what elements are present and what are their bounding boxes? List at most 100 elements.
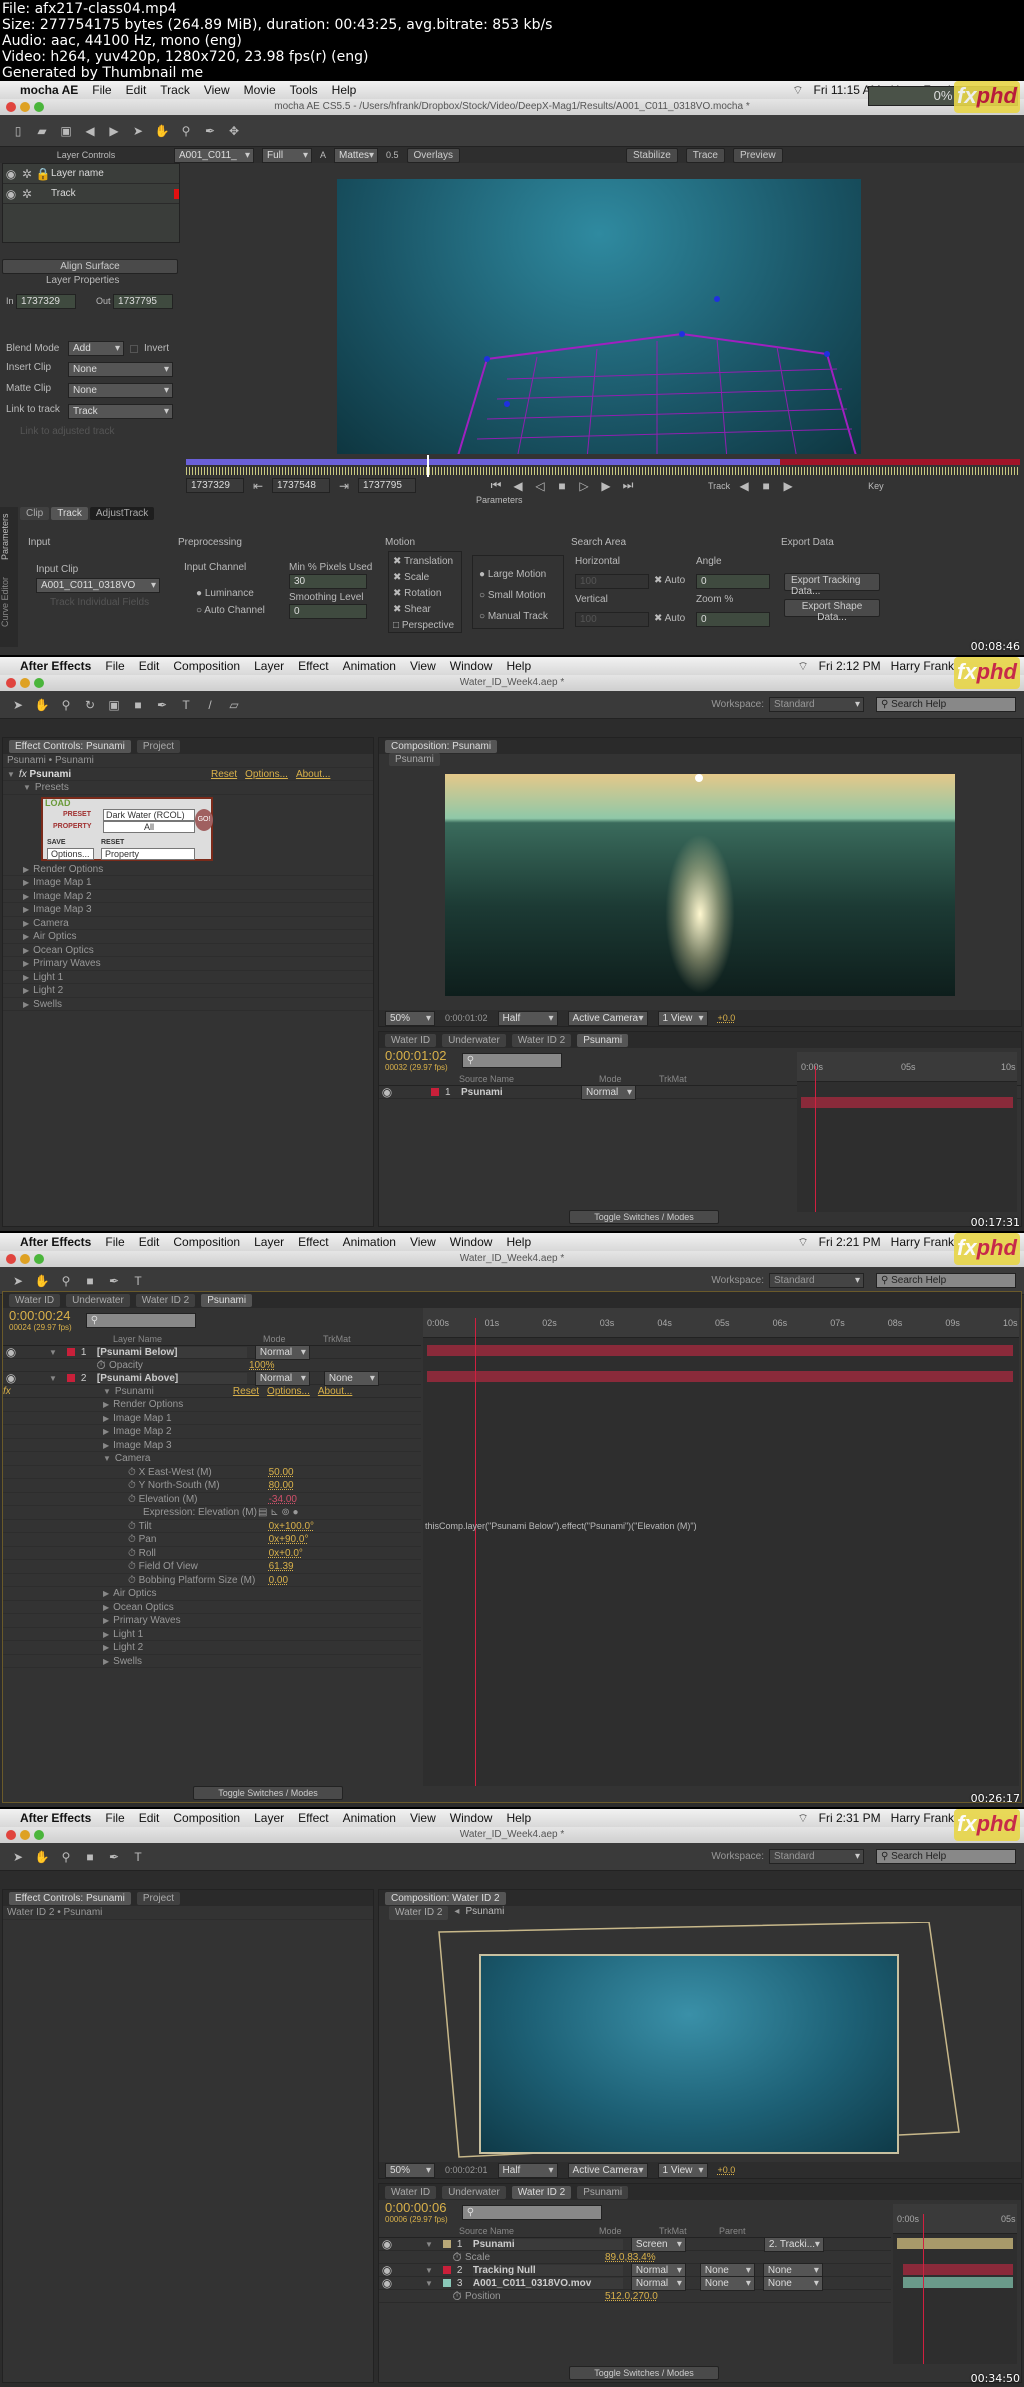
eye-icon[interactable]: ◉ [3,187,19,201]
stopwatch-icon[interactable]: ⏱ [128,1534,139,1545]
reset-select[interactable]: Property [101,847,195,860]
tab-underwater[interactable]: Underwater [442,1033,506,1047]
tab-underwater[interactable]: Underwater [66,1293,130,1307]
minimize-button[interactable] [20,102,30,112]
eye-icon[interactable]: ◉ [379,2237,395,2251]
view-layout-select[interactable]: 1 View [657,1010,708,1026]
property-group[interactable]: ▶ Image Map 3 [3,1439,421,1452]
property-row[interactable]: ⏱ Position 512.0,270.0 [379,2289,891,2303]
property-group[interactable]: ▶ Image Map 1 [3,876,373,890]
eye-icon[interactable]: ◉ [379,2263,395,2277]
move-tool-icon[interactable]: ✥ [226,124,242,138]
reset-link[interactable]: Reset [211,769,237,780]
align-surface-button[interactable]: Align Surface [2,259,178,274]
presets-group[interactable]: ▼ Presets [3,781,373,795]
magnification-select[interactable]: 50% [385,1010,435,1026]
selection-tool-icon[interactable]: ➤ [10,1850,26,1864]
preview-button[interactable]: Preview [733,147,783,163]
property-value[interactable]: 100% [249,1360,275,1371]
menu-app[interactable]: mocha AE [20,83,78,97]
comp-breadcrumb[interactable]: Psunami [389,753,440,766]
set-in-icon[interactable]: ⇤ [250,479,266,493]
property-value[interactable]: 50.00 [269,1467,294,1478]
search-help-input[interactable]: ⚲ Search Help [876,697,1016,712]
wifi-icon[interactable]: ⌔ [792,83,803,98]
tab-effect-controls[interactable]: Effect Controls: Psunami [9,1891,131,1905]
menu-layer[interactable]: Layer [254,659,284,673]
set-out-icon[interactable]: ⇥ [336,479,352,493]
menu-edit[interactable]: Edit [139,1235,160,1249]
horizontal-field[interactable]: 100 [575,574,649,589]
expand-triangle-icon[interactable]: ▶ [23,878,29,887]
clip-viewer[interactable] [337,179,861,454]
property-group[interactable]: ▶ Image Map 2 [3,890,373,903]
selection-tool-icon[interactable]: ➤ [10,1274,26,1288]
options-link[interactable]: Options... [245,769,288,780]
stopwatch-icon[interactable]: ⏱ [128,1548,139,1559]
large-motion-radio[interactable]: ● Large Motion [479,564,557,585]
forward-arrow-icon[interactable]: ▶ [106,124,122,138]
reset-link[interactable]: Reset [233,1386,259,1397]
comp-breadcrumb-psunami[interactable]: Psunami [465,1906,504,1920]
expand-triangle-icon[interactable]: ▶ [23,905,29,914]
menu-effect[interactable]: Effect [298,1235,328,1249]
menu-layer[interactable]: Layer [254,1235,284,1249]
step-forward-icon[interactable]: ▷ [576,479,592,493]
comp-breadcrumb-water-id-2[interactable]: Water ID 2 [389,1906,449,1920]
layer-row[interactable]: ◉ ▼ 1 [Psunami Below] Normal [3,1344,421,1360]
tab-project[interactable]: Project [136,1891,180,1905]
minimize-button[interactable] [20,678,30,688]
brush-tool-icon[interactable]: / [202,698,218,712]
playhead[interactable] [427,455,429,477]
expand-triangle-icon[interactable]: ▶ [23,865,29,874]
camera-property[interactable]: Expression: Elevation (M)▤ ⊾ ⊚ ● [3,1506,421,1520]
export-tracking-data-button[interactable]: Export Tracking Data... [784,573,880,597]
gear-icon[interactable]: ✲ [19,187,35,201]
tab-project[interactable]: Project [136,739,180,753]
menu-edit[interactable]: Edit [139,1811,160,1825]
tab-psunami[interactable]: Psunami [577,2185,629,2199]
composition-viewer[interactable] [445,774,955,996]
tab-water-id[interactable]: Water ID [9,1293,61,1307]
menu-effect[interactable]: Effect [298,659,328,673]
close-button[interactable] [6,1254,16,1264]
current-frame-field[interactable]: 1737548 [272,478,330,493]
property-value[interactable]: -34.00 [269,1494,297,1505]
layer-name[interactable]: [Psunami Below] [96,1346,247,1358]
eye-icon[interactable]: ◉ [3,167,19,181]
resolution-select[interactable]: Full [262,147,312,163]
in-point-field[interactable]: 1737329 [16,294,77,309]
save-icon[interactable]: ▣ [58,124,74,138]
blend-mode-select[interactable]: Normal [254,1370,310,1386]
property-value[interactable]: 0x+0.0° [269,1548,303,1559]
stopwatch-icon[interactable]: ⏱ [128,1494,139,1505]
camera-property[interactable]: ⏱ X East-West (M) 50.00 [3,1466,421,1479]
toggle-switches-button[interactable]: Toggle Switches / Modes [569,2366,719,2380]
input-clip-select[interactable]: A001_C011_0318VO [36,578,160,593]
expand-triangle-icon[interactable]: ▶ [23,986,29,995]
stopwatch-icon[interactable]: ⏱ [128,1561,139,1572]
expression-controls-icon[interactable]: ▤ ⊾ ⊚ ● [258,1507,299,1518]
user-name[interactable]: Harry Frank [891,659,954,673]
tab-water-id-2[interactable]: Water ID 2 [511,2185,572,2199]
eye-icon[interactable]: ◉ [379,2276,395,2290]
track-forward-icon[interactable]: ▶ [780,479,796,493]
zoom-field[interactable]: 0 [696,612,770,627]
layer-row[interactable]: ◉▼2[Psunami Above]NormalNone [3,1370,421,1386]
property-value[interactable]: 0x+90.0° [269,1534,309,1545]
zoom-button[interactable] [34,1254,44,1264]
out-point-field[interactable]: 1737795 [113,294,174,309]
property-group[interactable]: ▶ Render Options [3,1398,421,1412]
tab-parameters[interactable]: Parameters [0,507,10,567]
close-button[interactable] [6,678,16,688]
property-group[interactable]: ▶ Light 1 [3,1628,421,1641]
frame-ruler[interactable] [186,467,1020,475]
about-link[interactable]: About... [296,769,330,780]
tab-track[interactable]: Track [51,507,88,520]
toggle-switches-button[interactable]: Toggle Switches / Modes [569,1210,719,1224]
rect-tool-icon[interactable]: ■ [82,1274,98,1288]
minimize-button[interactable] [20,1254,30,1264]
property-group[interactable]: ▶ Swells [3,1655,421,1668]
tab-psunami[interactable]: Psunami [201,1293,253,1307]
angle-field[interactable]: 0 [696,574,770,589]
